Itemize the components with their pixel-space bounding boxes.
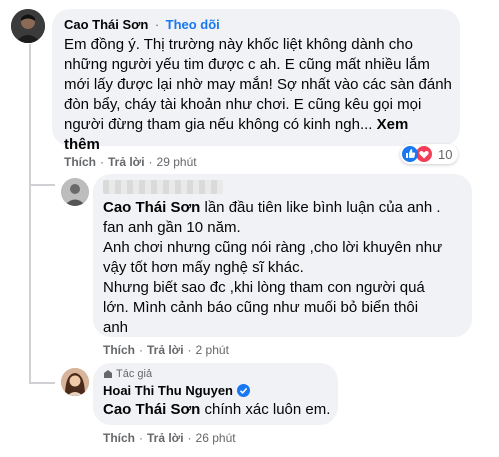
reply-avatar[interactable]	[61, 178, 89, 206]
author-badge-icon	[103, 369, 113, 379]
redacted-author-name	[103, 180, 223, 194]
reply-text-line: fan anh gần 10 năm.	[103, 219, 241, 236]
reply-button[interactable]: Trả lời	[147, 343, 184, 357]
mention-link[interactable]: Cao Thái Sơn	[103, 401, 200, 418]
mention-link[interactable]: Cao Thái Sơn	[103, 199, 200, 216]
thread-line-branch-2	[29, 382, 55, 384]
reply-actions: Thích · Trả lời · 2 phút	[103, 343, 229, 357]
comment-bubble: Cao Thái Sơn · Theo dõi Em đồng ý. Thị t…	[52, 9, 460, 153]
reply-text-line: lần đầu tiên like bình luận của anh .	[200, 199, 441, 216]
author-avatar[interactable]	[61, 368, 89, 396]
comment-text-line: người đừng tham gia nếu không có kinh ng…	[64, 116, 373, 133]
comment-text-line: Em đồng ý. Thị trường này khốc liệt khôn…	[64, 36, 413, 53]
reply-text-line: anh	[103, 319, 129, 336]
reply-text-line: Nhưng biết sao đc ,khi lòng tham con ngư…	[103, 279, 425, 296]
thread-line-main	[29, 44, 31, 184]
comment-author[interactable]: Cao Thái Sơn	[64, 17, 148, 32]
see-more-link[interactable]: Xem	[377, 116, 409, 133]
like-button[interactable]: Thích	[103, 431, 135, 445]
separator-dot: ·	[154, 17, 160, 32]
author-reply-bubble: Tác giả Hoai Thi Thu Nguyen Cao Thái Sơn…	[93, 363, 338, 425]
thread-line-branch	[29, 184, 55, 186]
reply-timestamp[interactable]: 2 phút	[196, 343, 229, 357]
comment-text-line: đòn bẩy, cháy tài khoản như chơi. E cũng…	[64, 96, 422, 113]
reply-button[interactable]: Trả lời	[147, 431, 184, 445]
author-reply-timestamp[interactable]: 26 phút	[196, 431, 236, 445]
like-reaction-icon	[402, 146, 418, 162]
reply-author[interactable]: Hoai Thi Thu Nguyen	[103, 383, 233, 398]
author-reply-actions: Thích · Trả lời · 26 phút	[103, 431, 236, 445]
author-reply-text: chính xác luôn em.	[200, 401, 331, 418]
reply-text-line: Anh chơi nhưng cũng nói ràng ,cho lời kh…	[103, 239, 443, 256]
comment-timestamp[interactable]: 29 phút	[157, 155, 197, 169]
reply-bubble: Cao Thái Sơn lần đầu tiên like bình luận…	[93, 174, 472, 337]
author-badge-label: Tác giả	[116, 368, 153, 380]
see-more-link-cont[interactable]: thêm	[64, 136, 100, 153]
thread-line-main-2	[29, 184, 31, 384]
verified-badge-icon	[237, 384, 250, 397]
comment-text-line: mới lấy được lại nhờ may mắn! Sợ nhất và…	[64, 76, 452, 93]
reply-button[interactable]: Trả lời	[108, 155, 145, 169]
reply-text-line: lớn. Mình cảnh báo cũng như muối bỏ biển…	[103, 299, 419, 316]
reaction-count: 10	[438, 146, 453, 162]
reply-text-line: vậy tốt hơn mấy nghệ sĩ khác.	[103, 259, 304, 276]
follow-link[interactable]: Theo dõi	[166, 17, 220, 32]
comment-actions: Thích · Trả lời · 29 phút	[64, 155, 197, 169]
commenter-avatar[interactable]	[11, 9, 45, 43]
reactions-summary[interactable]: 10	[400, 144, 459, 164]
like-button[interactable]: Thích	[103, 343, 135, 357]
comment-text-line: những người yếu tim được c ah. E cũng mấ…	[64, 56, 430, 73]
like-button[interactable]: Thích	[64, 155, 96, 169]
